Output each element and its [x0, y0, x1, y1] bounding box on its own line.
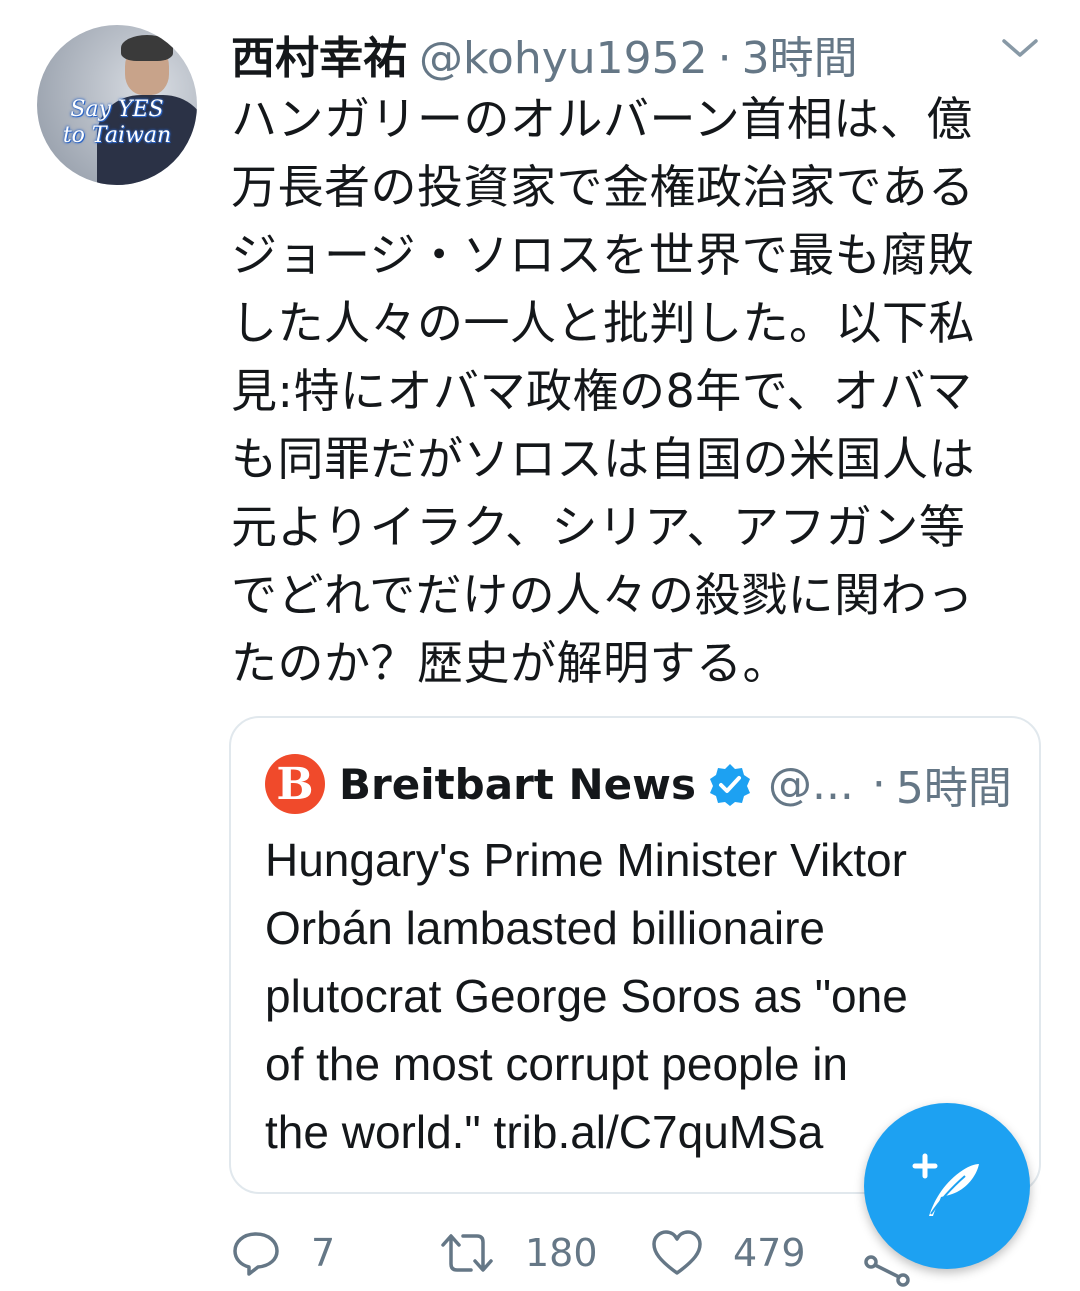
quoted-text-line: Hungary's Prime Minister Viktor — [265, 834, 907, 886]
avatar-person-hair — [121, 35, 173, 61]
tweet-text-line: も同罪だがソロスは自国の米国人は — [231, 432, 975, 486]
reply-count: 7 — [311, 1231, 336, 1275]
chevron-down-icon[interactable] — [1000, 36, 1040, 60]
heart-icon — [652, 1230, 702, 1275]
breitbart-logo-letter: B — [276, 758, 314, 810]
tweet-text-line: たのか？歴史が解明する。 — [231, 636, 789, 690]
quoted-timestamp[interactable]: 5時間 — [896, 752, 1012, 816]
tweet-text-line: 万長者の投資家で金権政治家である — [231, 160, 975, 214]
quoted-display-name[interactable]: Breitbart News — [339, 760, 696, 809]
quoted-text-line: plutocrat George Soros as "one — [265, 970, 908, 1022]
display-name[interactable]: 西村幸祐 — [231, 22, 407, 86]
reply-icon — [233, 1232, 279, 1276]
avatar-caption-line2: to Taiwan — [62, 123, 172, 148]
retweet-icon — [441, 1234, 493, 1272]
tweet-text-line: 元よりイラク、シリア、アフガン等 — [231, 500, 966, 554]
avatar[interactable]: Say YES to Taiwan — [37, 25, 197, 185]
avatar-caption-line1: Say YES — [70, 97, 164, 122]
quoted-header-separator: · — [871, 758, 886, 810]
tweet-header: 西村幸祐 @kohyu1952 · 3時間 — [231, 22, 858, 84]
tweet-text-line: した人々の一人と批判した。以下私 — [231, 296, 975, 350]
retweet-button[interactable]: 180 — [439, 1228, 598, 1278]
quoted-tweet-header: B Breitbart News @... · 5時間 — [265, 754, 1012, 814]
breitbart-logo-avatar[interactable]: B — [265, 754, 325, 814]
tweet-text-line: ハンガリーのオルバーン首相は、億 — [231, 92, 973, 146]
like-button[interactable]: 479 — [651, 1228, 806, 1278]
quoted-text-line: of the most corrupt people in — [265, 1038, 848, 1090]
tweet-timestamp[interactable]: 3時間 — [742, 22, 858, 86]
avatar-caption: Say YES to Taiwan — [37, 97, 197, 149]
header-separator: · — [717, 33, 732, 84]
tweet-text-line: でどれでだけの人々の殺戮に関わっ — [231, 568, 974, 622]
retweet-count: 180 — [525, 1231, 598, 1275]
tweet-text: ハンガリーのオルバーン首相は、億 万長者の投資家で金権政治家である ジョージ・ソ… — [231, 85, 1051, 697]
tweet-text-line: ジョージ・ソロスを世界で最も腐敗 — [231, 228, 975, 282]
quoted-tweet-text: Hungary's Prime Minister Viktor Orbán la… — [265, 826, 1005, 1166]
user-handle[interactable]: @kohyu1952 — [419, 33, 708, 84]
tweet-text-line: 見:特にオバマ政権の8年で、オバマ — [231, 364, 973, 418]
like-count: 479 — [733, 1231, 806, 1275]
quoted-text-line: Orbán lambasted billionaire — [265, 902, 825, 954]
verified-badge-icon — [709, 764, 750, 806]
tweet[interactable]: Say YES to Taiwan 西村幸祐 @kohyu1952 · 3時間 … — [0, 0, 1080, 1291]
compose-tweet-button[interactable] — [864, 1103, 1030, 1269]
quoted-handle[interactable]: @... — [768, 759, 854, 810]
reply-button[interactable]: 7 — [231, 1228, 335, 1278]
compose-tweet-icon — [912, 1153, 979, 1216]
